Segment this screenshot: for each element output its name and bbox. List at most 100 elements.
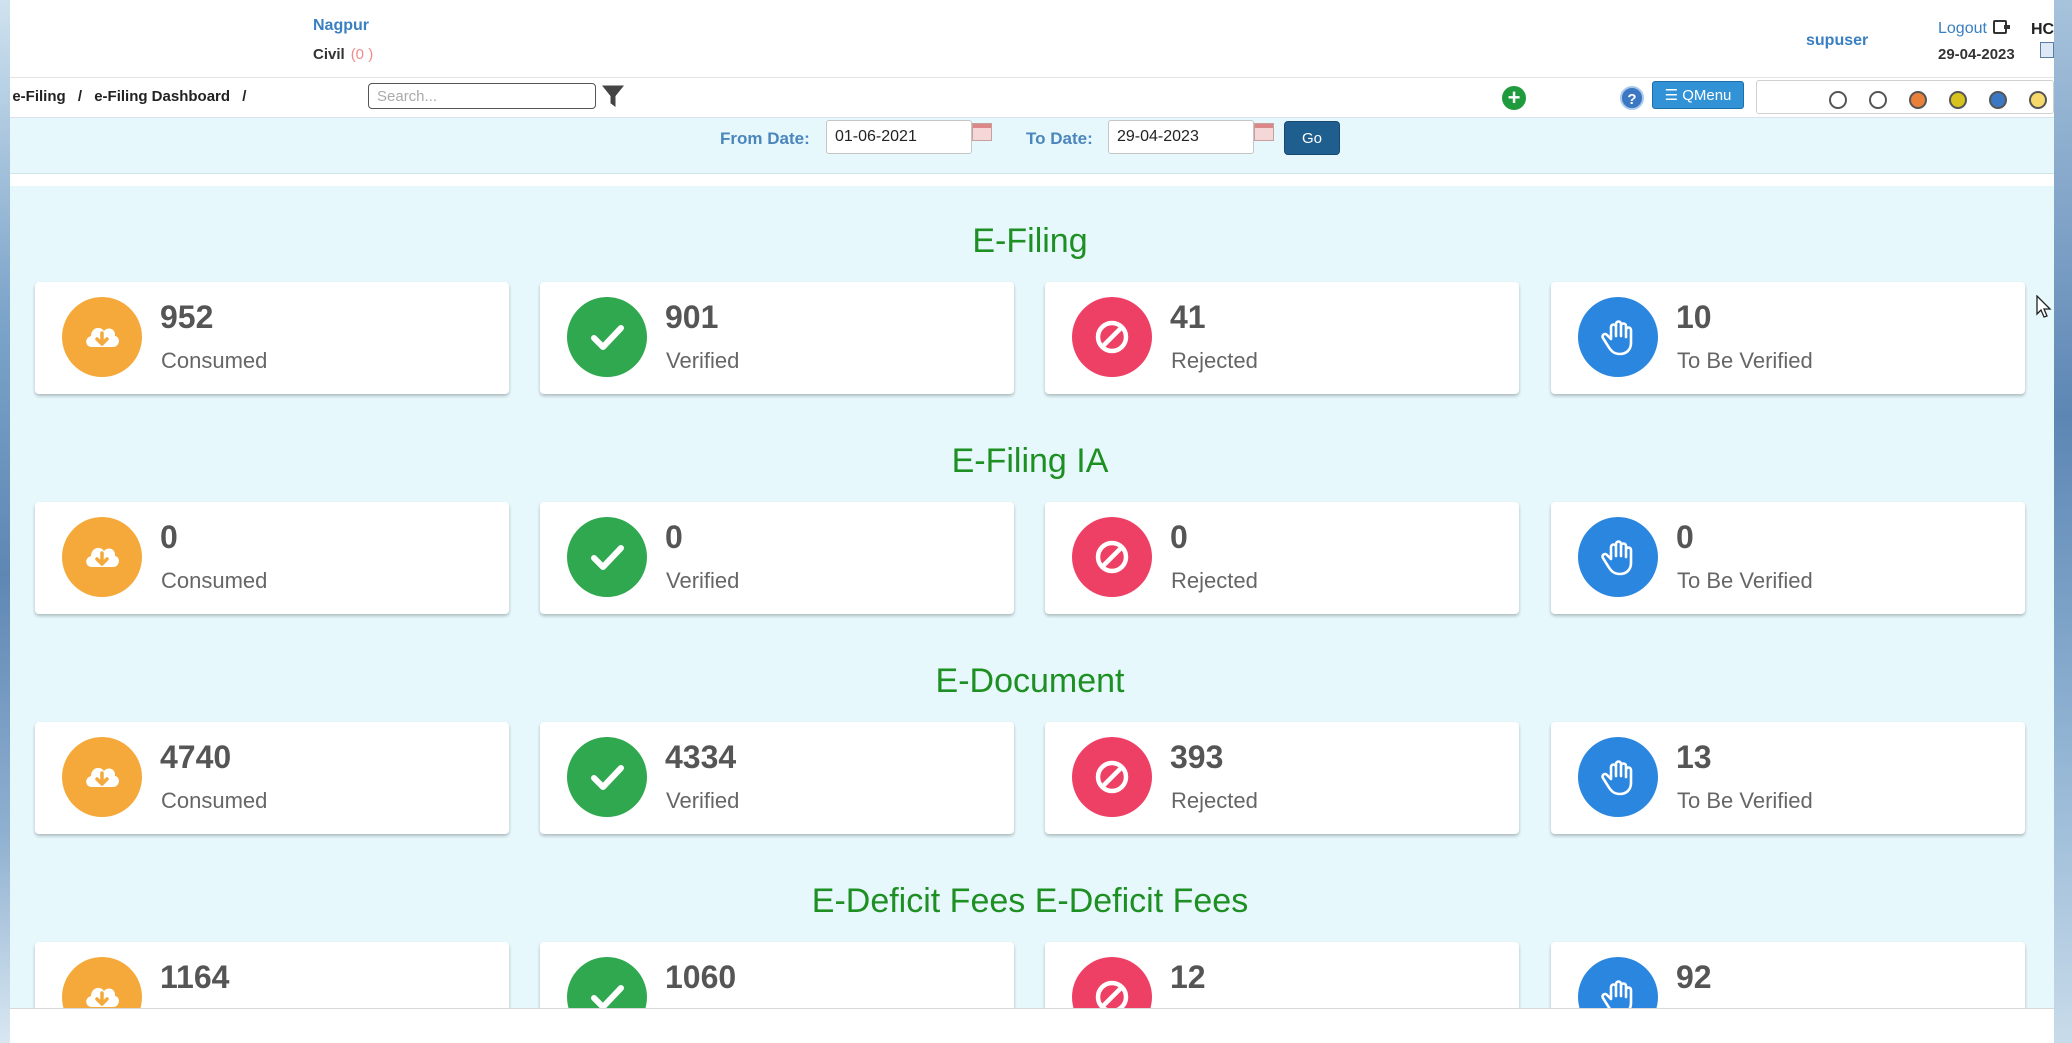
- stat-card-verified[interactable]: 0 Verified: [540, 502, 1014, 614]
- current-date: 29-04-2023: [1938, 46, 2015, 63]
- checkmark-icon: [567, 737, 647, 817]
- stat-caption: Consumed: [161, 568, 268, 593]
- menu-icon: ☰: [1664, 87, 1679, 104]
- court-code: HC: [2031, 21, 2054, 38]
- court-side-count: (0 ): [350, 46, 374, 63]
- stat-count: 92: [1676, 959, 1712, 995]
- stat-count: 41: [1170, 299, 1206, 335]
- stat-card-verified[interactable]: 901 Verified: [540, 282, 1014, 394]
- stat-count: 12: [1170, 959, 1206, 995]
- ban-icon: [1072, 517, 1152, 597]
- stat-count: 0: [1170, 519, 1188, 555]
- stat-card-verified[interactable]: 1060Verified: [540, 942, 1014, 1008]
- theme-color-dot[interactable]: [2029, 91, 2047, 109]
- stat-caption: Consumed: [161, 788, 268, 813]
- stat-card-to-be-verified[interactable]: 0 To Be Verified: [1551, 502, 2025, 614]
- stat-card-to-be-verified[interactable]: 10 To Be Verified: [1551, 282, 2025, 394]
- stat-caption: Rejected: [1171, 788, 1258, 813]
- stat-card-consumed[interactable]: 1164Consumed: [35, 942, 509, 1008]
- theme-color-dot[interactable]: [1949, 91, 1967, 109]
- stat-count: 1060: [665, 959, 737, 995]
- qmenu-button[interactable]: ☰ QMenu: [1652, 81, 1744, 109]
- breadcrumb-item-efiling[interactable]: e-Filing: [12, 88, 65, 105]
- stat-card-rejected[interactable]: 12Rejected: [1045, 942, 1519, 1008]
- theme-color-dot[interactable]: [1869, 91, 1887, 109]
- checkmark-icon: [567, 517, 647, 597]
- stat-card-rejected[interactable]: 0 Rejected: [1045, 502, 1519, 614]
- calendar-icon[interactable]: [2040, 42, 2054, 58]
- stat-caption: Rejected: [1171, 348, 1258, 373]
- to-date-label: To Date:: [1026, 129, 1093, 148]
- hand-icon: [1578, 297, 1658, 377]
- filter-icon[interactable]: [602, 84, 624, 108]
- theme-color-dot[interactable]: [1829, 91, 1847, 109]
- stat-count: 901: [665, 299, 719, 335]
- stat-count: 0: [160, 519, 178, 555]
- stat-count: 1164: [160, 959, 230, 995]
- section-title: E-Filing IA: [951, 442, 1109, 480]
- app-header: Nagpur Civil (0 ) supuser Logout HC 29-04…: [10, 0, 2054, 78]
- section-title: E-Deficit Fees E-Deficit Fees: [811, 882, 1249, 920]
- dashboard-main: E-Filing 952 Consumed 901 Verified 41 Rejected…: [10, 186, 2054, 1008]
- hand-icon: [1578, 517, 1658, 597]
- breadcrumb-separator: /: [77, 88, 83, 105]
- section-title: E-Filing: [972, 222, 1088, 260]
- to-date-input[interactable]: 29-04-2023: [1108, 120, 1254, 154]
- stat-count: 0: [1676, 519, 1694, 555]
- cloud-download-icon: [62, 957, 142, 1008]
- add-icon[interactable]: +: [1502, 86, 1526, 110]
- stat-card-rejected[interactable]: 393 Rejected: [1045, 722, 1519, 834]
- stat-caption: To Be Verified: [1677, 568, 1813, 593]
- date-filter-bar: From Date: 01-06-2021 To Date: 29-04-202…: [10, 118, 2054, 174]
- toolbar: / e-Filing / e-Filing Dashboard / + ? ☰ …: [10, 78, 2054, 118]
- hand-icon: [1578, 737, 1658, 817]
- help-icon[interactable]: ?: [1620, 86, 1644, 110]
- to-date-calendar-icon[interactable]: [1254, 123, 1274, 141]
- ban-icon: [1072, 737, 1152, 817]
- court-side-label: Civil: [313, 46, 345, 63]
- from-date-label: From Date:: [720, 129, 810, 148]
- stat-card-verified[interactable]: 4334 Verified: [540, 722, 1014, 834]
- cloud-download-icon: [62, 517, 142, 597]
- search-input[interactable]: [368, 83, 596, 109]
- from-date-input[interactable]: 01-06-2021: [826, 120, 972, 154]
- court-city: Nagpur: [313, 17, 369, 34]
- stat-count: 13: [1676, 739, 1712, 775]
- stat-card-rejected[interactable]: 41 Rejected: [1045, 282, 1519, 394]
- go-button[interactable]: Go: [1284, 121, 1340, 155]
- cloud-download-icon: [62, 297, 142, 377]
- logout-link[interactable]: Logout: [1938, 20, 2010, 38]
- court-side: Civil (0 ): [313, 46, 373, 63]
- stat-card-to-be-verified[interactable]: 92To Be Verified: [1551, 942, 2025, 1008]
- desktop-wallpaper-right: [2054, 0, 2072, 1043]
- desktop-wallpaper-left: [0, 0, 10, 1043]
- stat-card-consumed[interactable]: 0 Consumed: [35, 502, 509, 614]
- theme-switcher: [1756, 80, 2054, 114]
- cloud-download-icon: [62, 737, 142, 817]
- qmenu-label: QMenu: [1682, 87, 1732, 104]
- logout-icon: [1992, 20, 2010, 34]
- breadcrumb-item-dashboard[interactable]: e-Filing Dashboard: [94, 88, 230, 105]
- stat-caption: Verified: [666, 568, 740, 593]
- mouse-cursor-icon: [2036, 295, 2052, 318]
- theme-color-dot[interactable]: [1989, 91, 2007, 109]
- checkmark-icon: [567, 297, 647, 377]
- from-date-calendar-icon[interactable]: [972, 123, 992, 141]
- stat-caption: Verified: [666, 788, 740, 813]
- breadcrumb: / e-Filing / e-Filing Dashboard /: [10, 88, 254, 105]
- stat-count: 4334: [665, 739, 737, 775]
- ban-icon: [1072, 957, 1152, 1008]
- breadcrumb-separator: /: [242, 88, 247, 105]
- stat-card-to-be-verified[interactable]: 13 To Be Verified: [1551, 722, 2025, 834]
- stat-card-consumed[interactable]: 4740 Consumed: [35, 722, 509, 834]
- stat-count: 0: [665, 519, 683, 555]
- stat-card-consumed[interactable]: 952 Consumed: [35, 282, 509, 394]
- stat-caption: To Be Verified: [1677, 348, 1813, 373]
- section-title: E-Document: [935, 662, 1125, 700]
- user-name-link[interactable]: supuser: [1806, 32, 1868, 50]
- stat-count: 393: [1170, 739, 1224, 775]
- stat-count: 10: [1676, 299, 1712, 335]
- theme-color-dot[interactable]: [1909, 91, 1927, 109]
- browser-page: Nagpur Civil (0 ) supuser Logout HC 29-04…: [10, 0, 2054, 1043]
- ban-icon: [1072, 297, 1152, 377]
